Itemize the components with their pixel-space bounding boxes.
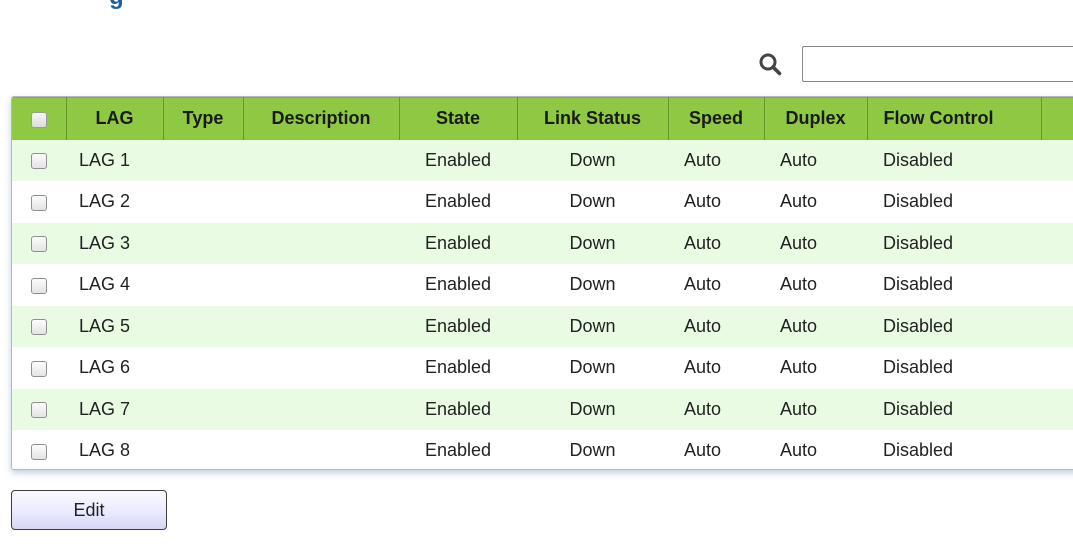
row-checkbox[interactable]	[31, 319, 47, 335]
row-checkbox[interactable]	[31, 194, 47, 211]
column-header-flow-control[interactable]: Flow Control	[867, 97, 1042, 140]
cell-type	[163, 181, 243, 223]
column-header-description[interactable]: Description	[243, 97, 400, 140]
cell-link-status: Down	[569, 440, 616, 461]
cell-link-status: Down	[569, 357, 616, 378]
cell-description	[243, 389, 399, 431]
table-row[interactable]: LAG 7 Enabled Down Auto Auto Disabled	[12, 388, 1073, 431]
cell-description	[243, 223, 399, 265]
cell-description	[243, 181, 399, 223]
cell-state: Enabled	[424, 149, 492, 170]
column-header-lag[interactable]: LAG	[66, 97, 164, 140]
column-header-link-status[interactable]: Link Status	[517, 97, 669, 140]
cell-duplex: Auto	[780, 315, 818, 336]
cell-duplex: Auto	[780, 440, 818, 461]
cell-link-status: Down	[569, 274, 616, 295]
cell-lag: LAG 4	[79, 274, 131, 295]
cell-link-status: Down	[569, 315, 616, 336]
cell-speed: Auto	[684, 315, 722, 336]
lag-table: LAG Type Description State Link Status S…	[11, 96, 1073, 470]
column-header-overflow	[1041, 97, 1073, 140]
cell-description	[243, 430, 399, 469]
row-checkbox[interactable]	[31, 360, 47, 377]
cell-lag: LAG 3	[79, 232, 131, 253]
row-checkbox[interactable]	[31, 153, 47, 169]
cell-description	[243, 264, 399, 306]
cell-flow-control: Disabled	[883, 398, 954, 419]
cell-state: Enabled	[424, 440, 492, 461]
cell-lag: LAG 7	[79, 398, 131, 419]
cell-type	[163, 347, 243, 389]
cell-state: Enabled	[424, 191, 492, 212]
cell-flow-control: Disabled	[883, 232, 954, 253]
cell-type	[163, 430, 243, 469]
cell-lag: LAG 5	[79, 315, 131, 336]
cell-speed: Auto	[684, 149, 722, 170]
cell-duplex: Auto	[780, 357, 818, 378]
page-title-area: g	[0, 0, 1073, 10]
cell-flow-control: Disabled	[883, 191, 954, 212]
cell-lag: LAG 8	[79, 440, 131, 461]
cell-speed: Auto	[684, 191, 722, 212]
select-all-cell	[12, 97, 67, 140]
cell-speed: Auto	[684, 440, 722, 461]
cell-type	[163, 389, 243, 431]
row-checkbox[interactable]	[31, 236, 47, 252]
cell-flow-control: Disabled	[883, 274, 954, 295]
table-row[interactable]: LAG 5 Enabled Down Auto Auto Disabled	[12, 305, 1073, 348]
edit-button[interactable]: Edit	[11, 490, 167, 530]
table-row[interactable]: LAG 4 Enabled Down Auto Auto Disabled	[12, 264, 1073, 306]
cell-description	[243, 140, 399, 182]
select-all-checkbox[interactable]	[30, 111, 47, 128]
column-header-duplex[interactable]: Duplex	[764, 97, 868, 140]
cell-link-status: Down	[569, 191, 616, 212]
cell-duplex: Auto	[780, 191, 818, 212]
search-input[interactable]	[802, 46, 1073, 82]
table-header-row: LAG Type Description State Link Status S…	[12, 97, 1073, 140]
column-header-speed[interactable]: Speed	[668, 97, 765, 140]
cell-type	[163, 140, 243, 182]
table-row[interactable]: LAG 8 Enabled Down Auto Auto Disabled	[12, 430, 1073, 469]
cell-duplex: Auto	[780, 232, 818, 253]
cell-flow-control: Disabled	[883, 357, 954, 378]
column-header-type[interactable]: Type	[163, 97, 244, 140]
cell-state: Enabled	[424, 357, 492, 378]
cell-link-status: Down	[569, 398, 616, 419]
cell-duplex: Auto	[780, 274, 818, 295]
cell-link-status: Down	[569, 149, 616, 170]
cell-link-status: Down	[569, 232, 616, 253]
table-row[interactable]: LAG 1 Enabled Down Auto Auto Disabled	[12, 139, 1073, 182]
search-icon	[759, 53, 782, 76]
cell-type	[163, 223, 243, 265]
page-title: g	[109, 0, 124, 10]
row-checkbox[interactable]	[31, 443, 47, 460]
row-checkbox[interactable]	[31, 402, 47, 418]
cell-flow-control: Disabled	[883, 315, 954, 336]
lag-settings-page: g	[0, 0, 1073, 548]
cell-state: Enabled	[424, 232, 492, 253]
table-row[interactable]: LAG 3 Enabled Down Auto Auto Disabled	[12, 222, 1073, 265]
cell-description	[243, 347, 399, 389]
cell-type	[163, 306, 243, 348]
row-checkbox[interactable]	[31, 277, 47, 294]
cell-speed: Auto	[684, 232, 722, 253]
cell-description	[243, 306, 399, 348]
cell-speed: Auto	[684, 274, 722, 295]
column-header-state[interactable]: State	[399, 97, 518, 140]
cell-duplex: Auto	[780, 398, 818, 419]
cell-lag: LAG 6	[79, 357, 131, 378]
cell-speed: Auto	[684, 398, 722, 419]
cell-type	[163, 264, 243, 306]
table-row[interactable]: LAG 2 Enabled Down Auto Auto Disabled	[12, 181, 1073, 223]
cell-state: Enabled	[424, 398, 492, 419]
cell-lag: LAG 2	[79, 191, 131, 212]
cell-lag: LAG 1	[79, 149, 131, 170]
cell-duplex: Auto	[780, 149, 818, 170]
cell-speed: Auto	[684, 357, 722, 378]
cell-flow-control: Disabled	[883, 149, 954, 170]
table-row[interactable]: LAG 6 Enabled Down Auto Auto Disabled	[12, 347, 1073, 389]
cell-state: Enabled	[424, 274, 492, 295]
cell-flow-control: Disabled	[883, 440, 954, 461]
cell-state: Enabled	[424, 315, 492, 336]
